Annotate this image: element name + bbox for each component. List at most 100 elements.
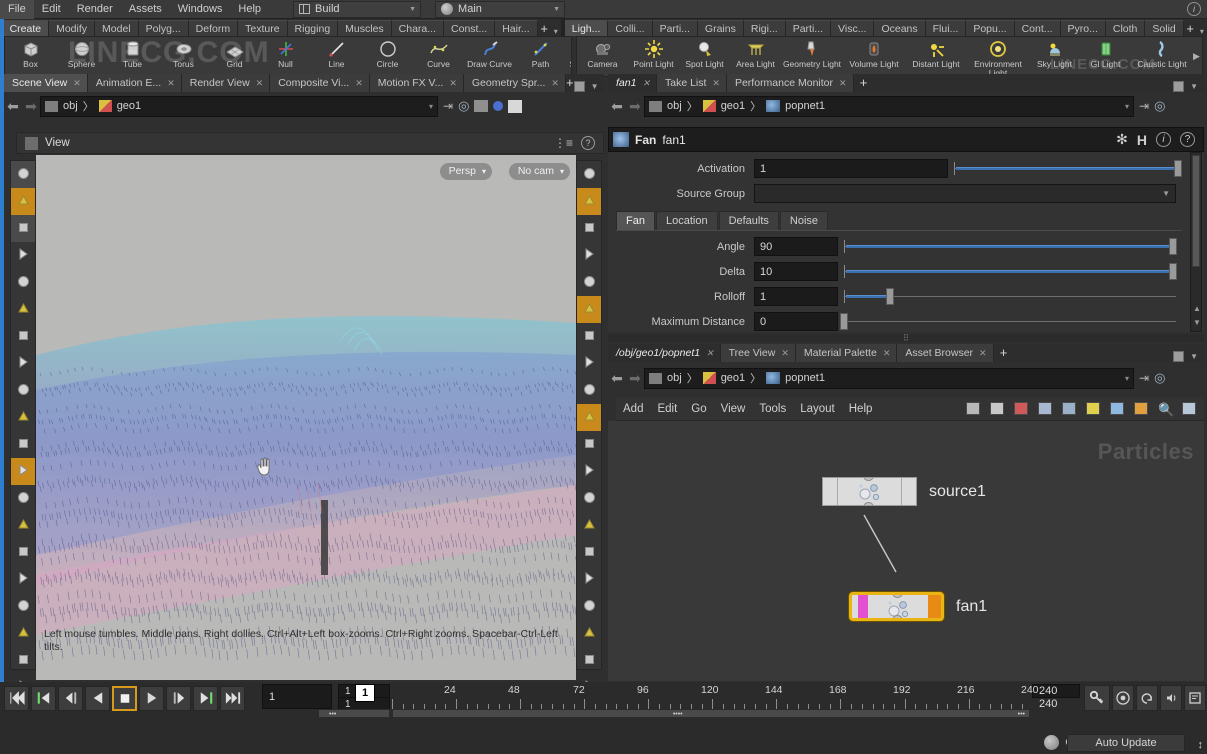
scene-path-field[interactable]: obj 〉 geo1 ▾: [40, 95, 438, 117]
transport-play-reverse[interactable]: [85, 685, 110, 711]
record-icon[interactable]: [1112, 684, 1134, 711]
viewport-tool-mirror[interactable]: [11, 566, 35, 593]
maximum-distance-field[interactable]: 0: [754, 312, 838, 331]
close-icon[interactable]: ✕: [449, 74, 457, 92]
transport-jump-to-end[interactable]: [220, 685, 245, 711]
shelf-tab-solid[interactable]: Solid: [1145, 20, 1184, 36]
add-pane-tab-button[interactable]: +: [854, 74, 874, 92]
shelf-tab-cont[interactable]: Cont...: [1014, 20, 1061, 36]
breadcrumb-geo1[interactable]: geo1: [721, 100, 745, 112]
shelf-menu-left-icon[interactable]: ▾: [550, 27, 561, 36]
pin-icon[interactable]: ⇥: [1139, 99, 1149, 113]
timeline-left-scroll[interactable]: •••: [318, 709, 390, 718]
parameter-node-name[interactable]: fan1: [662, 133, 685, 147]
viewport-tool-light[interactable]: [577, 296, 601, 323]
shelf-tab-modify[interactable]: Modify: [49, 20, 96, 36]
breadcrumb-geo1[interactable]: geo1: [117, 100, 141, 112]
viewport-tool-handle-tool[interactable]: [11, 188, 35, 215]
network-node-source1[interactable]: source1: [822, 477, 986, 506]
gear-icon[interactable]: ✻: [1116, 131, 1128, 148]
shelf-tool-grid[interactable]: Grid: [209, 37, 260, 76]
network-node-fan1[interactable]: fan1: [849, 592, 987, 621]
undo-icon[interactable]: [1136, 684, 1158, 711]
parameter-tab-noise[interactable]: Noise: [779, 211, 829, 230]
node-output-port[interactable]: [863, 502, 874, 505]
forward-icon[interactable]: ➡: [626, 370, 644, 387]
viewport-tool-paint[interactable]: [11, 620, 35, 647]
close-icon[interactable]: ✕: [706, 344, 714, 362]
shelf-tool-caustic-light[interactable]: Caustic Light: [1131, 37, 1193, 76]
transport-step-forward[interactable]: [166, 685, 191, 711]
viewport-tool-material[interactable]: [577, 377, 601, 404]
pane-tab-performance-monitor[interactable]: Performance Monitor ✕: [726, 74, 854, 92]
shelf-tool-null[interactable]: Null: [260, 37, 311, 76]
shelf-tool-sky-light[interactable]: Sky Light: [1029, 37, 1080, 76]
transport-skip-forward[interactable]: [193, 685, 218, 711]
network-box-icon[interactable]: [1062, 402, 1076, 415]
angle-slider[interactable]: [844, 237, 1177, 256]
shelf-tool-path[interactable]: Path: [515, 37, 566, 76]
shelf-tab-rigi[interactable]: Rigi...: [743, 20, 786, 36]
breadcrumb-obj[interactable]: obj: [667, 372, 682, 384]
parameter-scrollbar[interactable]: ▲ ▼: [1190, 152, 1202, 332]
shelf-tab-muscles[interactable]: Muscles: [338, 20, 392, 36]
scene-viewport[interactable]: Persp No cam Left mouse tumbles. Middle …: [36, 155, 576, 680]
shelf-tool-distant-light[interactable]: Distant Light: [905, 37, 967, 76]
network-menu-layout[interactable]: Layout: [793, 403, 842, 415]
parameter-tab-fan[interactable]: Fan: [616, 211, 655, 230]
shelf-tool-environment-light[interactable]: Environment Light: [967, 37, 1029, 76]
sticky-note-icon[interactable]: [1086, 402, 1100, 415]
shelf-tab-visc[interactable]: Visc...: [831, 20, 875, 36]
help-icon[interactable]: ?: [581, 136, 595, 150]
viewport-tool-edit[interactable]: [11, 458, 35, 485]
network-menu-view[interactable]: View: [714, 403, 753, 415]
build-selector[interactable]: Build ▼: [293, 0, 422, 18]
close-icon[interactable]: ✕: [642, 74, 650, 92]
shelf-tool-circle[interactable]: Circle: [362, 37, 413, 76]
network-menu-add[interactable]: Add: [616, 403, 650, 415]
maximize-pane-icon[interactable]: [1173, 81, 1185, 92]
network-editor-canvas[interactable]: Particles source1 fan1: [608, 421, 1204, 681]
viewport-tool-number2[interactable]: [577, 539, 601, 566]
viewport-tool-snap-point[interactable]: [11, 269, 35, 296]
pane-tab-composite-vi[interactable]: Composite Vi... ✕: [270, 74, 370, 92]
info-icon[interactable]: i: [1156, 132, 1171, 147]
menu-item-windows[interactable]: Windows: [170, 0, 231, 19]
viewport-tool-corner[interactable]: [577, 593, 601, 620]
scroll-up-icon[interactable]: ▲: [1193, 304, 1201, 313]
scroll-down-icon[interactable]: ▼: [1193, 318, 1201, 327]
key-icon[interactable]: [1084, 684, 1110, 711]
breadcrumb-obj[interactable]: obj: [63, 100, 78, 112]
shelf-add-right-button[interactable]: +: [1183, 21, 1197, 36]
shelf-tool-torus[interactable]: Torus: [158, 37, 209, 76]
help-icon[interactable]: ?: [1180, 132, 1195, 147]
list-icon[interactable]: [966, 402, 980, 415]
cook-icon[interactable]: [1044, 735, 1060, 750]
playhead[interactable]: 1: [355, 684, 375, 702]
viewport-tool-no-shade[interactable]: [577, 242, 601, 269]
viewport-tool-display[interactable]: [577, 188, 601, 215]
light-display-icon[interactable]: [493, 101, 504, 111]
bundle-icon[interactable]: [1134, 402, 1148, 415]
shelf-tool-spray-paint[interactable]: Spray Paint: [566, 37, 571, 76]
pane-tab-geometry-spr[interactable]: Geometry Spr... ✕: [463, 74, 566, 92]
shelf-tool-box[interactable]: Box: [5, 37, 56, 76]
viewport-tool-magnet[interactable]: [11, 431, 35, 458]
layers-icon[interactable]: [990, 402, 1004, 415]
shelf-tool-spot-light[interactable]: Spot Light: [679, 37, 730, 76]
viewport-tool-arrow[interactable]: [11, 242, 35, 269]
parameter-tab-defaults[interactable]: Defaults: [718, 211, 779, 230]
shelf-tab-colli[interactable]: Colli...: [608, 20, 653, 36]
shelf-tab-popu[interactable]: Popu...: [966, 20, 1015, 36]
shelf-tab-const[interactable]: Const...: [444, 20, 496, 36]
forward-icon[interactable]: ➡: [626, 98, 644, 115]
close-icon[interactable]: ✕: [355, 74, 363, 92]
view-menu-label[interactable]: View: [45, 137, 70, 149]
shelf-tab-rigging[interactable]: Rigging: [287, 20, 339, 36]
shelf-tab-texture[interactable]: Texture: [238, 20, 288, 36]
pane-splitter[interactable]: ⠿: [608, 334, 1204, 343]
pin-icon[interactable]: ⇥: [1139, 371, 1149, 385]
menu-item-file[interactable]: File: [0, 0, 34, 19]
shelf-tool-camera[interactable]: Camera: [577, 37, 628, 76]
viewport-tool-ghost[interactable]: [577, 161, 601, 188]
